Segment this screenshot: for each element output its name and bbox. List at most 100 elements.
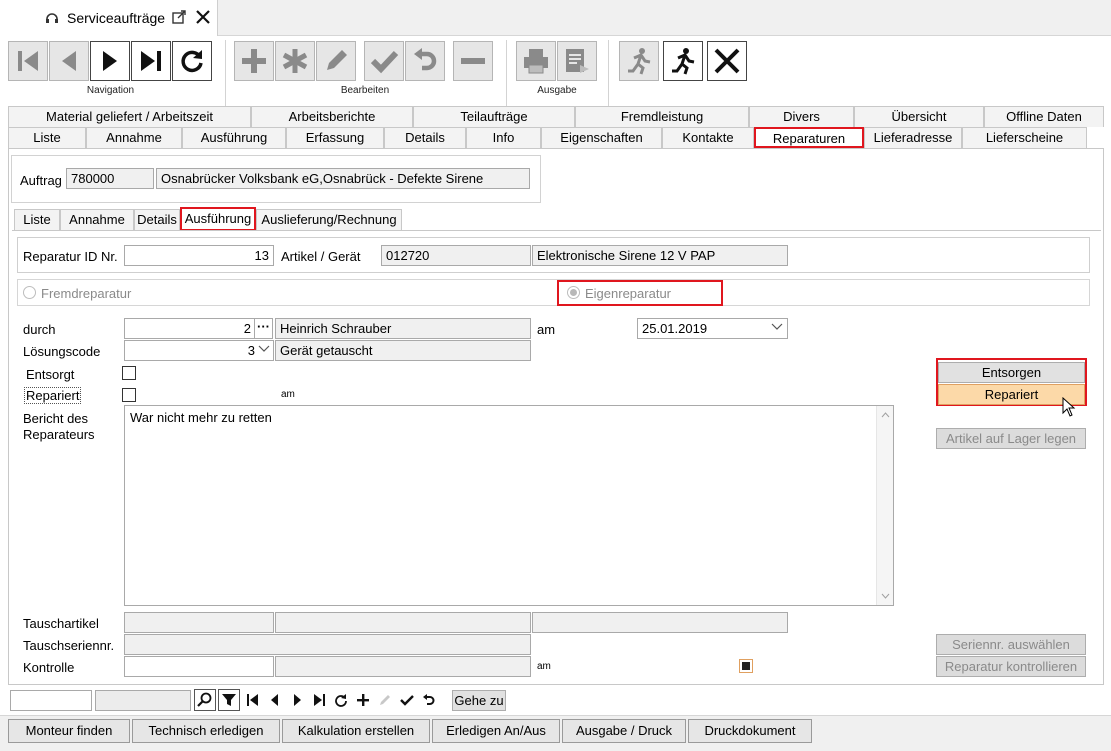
last-icon[interactable] bbox=[310, 691, 328, 709]
refresh-icon[interactable] bbox=[332, 691, 350, 709]
repariert-checkbox[interactable] bbox=[122, 388, 136, 402]
tab-4[interactable]: Divers bbox=[749, 106, 854, 127]
toolbar-separator bbox=[608, 40, 609, 112]
subtab-1[interactable]: Annahme bbox=[60, 209, 134, 230]
tab-erfassung[interactable]: Erfassung bbox=[286, 127, 384, 148]
tab-lieferscheine[interactable]: Lieferscheine bbox=[962, 127, 1087, 148]
entsorgen-button[interactable]: Entsorgen bbox=[938, 362, 1085, 383]
cancel-button[interactable] bbox=[707, 41, 747, 81]
fremdreparatur-radio[interactable] bbox=[23, 286, 36, 299]
reparatur-type-group bbox=[17, 279, 1090, 306]
tab-ausführung[interactable]: Ausführung bbox=[182, 127, 286, 148]
export-button[interactable] bbox=[557, 41, 597, 81]
bearbeiten-label: Bearbeiten bbox=[340, 85, 390, 96]
check-icon[interactable] bbox=[398, 691, 416, 709]
artikel-auf-lager-button[interactable]: Artikel auf Lager legen bbox=[936, 428, 1086, 449]
refresh-button[interactable] bbox=[172, 41, 212, 81]
artikel-label: Artikel / Gerät bbox=[281, 249, 361, 264]
next-record-button[interactable] bbox=[90, 41, 130, 81]
print-button[interactable] bbox=[516, 41, 556, 81]
tab-annahme[interactable]: Annahme bbox=[86, 127, 182, 148]
running-person-icon bbox=[628, 48, 651, 75]
pencil-icon[interactable] bbox=[376, 691, 394, 709]
tab-0[interactable]: Material geliefert / Arbeitszeit bbox=[8, 106, 251, 127]
tab-kontakte[interactable]: Kontakte bbox=[662, 127, 754, 148]
tab-3[interactable]: Fremdleistung bbox=[575, 106, 749, 127]
bottom-button-2[interactable]: Kalkulation erstellen bbox=[282, 719, 430, 743]
tab-6[interactable]: Offline Daten bbox=[984, 106, 1104, 127]
previous-record-button[interactable] bbox=[49, 41, 89, 81]
gehe-zu-button[interactable]: Gehe zu bbox=[452, 690, 506, 711]
bottom-button-4[interactable]: Ausgabe / Druck bbox=[562, 719, 686, 743]
undo-icon[interactable] bbox=[420, 691, 438, 709]
tab-details[interactable]: Details bbox=[384, 127, 466, 148]
document-tab-title: Serviceaufträge bbox=[67, 10, 166, 26]
kontrolle-checkbox[interactable] bbox=[739, 659, 753, 673]
first-icon[interactable] bbox=[244, 691, 262, 709]
document-tab[interactable]: Serviceaufträge bbox=[0, 0, 218, 36]
tab-5[interactable]: Übersicht bbox=[854, 106, 984, 127]
edit-button[interactable] bbox=[316, 41, 356, 81]
loesungscode-select[interactable]: 3 bbox=[124, 340, 274, 361]
durch-label: durch bbox=[23, 322, 56, 337]
chevron-down-icon[interactable] bbox=[771, 319, 783, 338]
tab-eigenschaften[interactable]: Eigenschaften bbox=[541, 127, 662, 148]
minus-icon bbox=[461, 58, 485, 64]
subtab-4[interactable]: Auslieferung/Rechnung bbox=[256, 209, 402, 230]
entsorgt-checkbox[interactable] bbox=[122, 366, 136, 380]
running-person-icon bbox=[672, 48, 695, 75]
search-button[interactable] bbox=[194, 689, 216, 711]
bottom-button-3[interactable]: Erledigen An/Aus bbox=[432, 719, 560, 743]
filter-button[interactable] bbox=[218, 689, 240, 711]
headset-icon bbox=[44, 10, 60, 29]
tab-info[interactable]: Info bbox=[466, 127, 541, 148]
previous-icon[interactable] bbox=[266, 691, 284, 709]
reparatur-id-field[interactable]: 13 bbox=[124, 245, 274, 266]
bottom-button-1[interactable]: Technisch erledigen bbox=[132, 719, 280, 743]
close-tab-icon[interactable] bbox=[195, 9, 211, 28]
first-record-button[interactable] bbox=[8, 41, 48, 81]
search-input-2[interactable] bbox=[95, 690, 191, 711]
close-icon bbox=[714, 48, 740, 74]
add-button[interactable] bbox=[234, 41, 274, 81]
record-nav-mini bbox=[244, 691, 438, 709]
bottom-button-5[interactable]: Druckdokument bbox=[688, 719, 812, 743]
delete-button[interactable] bbox=[453, 41, 493, 81]
popout-icon[interactable] bbox=[172, 10, 186, 27]
save-button[interactable] bbox=[364, 41, 404, 81]
tauschartikel-field-3 bbox=[532, 612, 788, 633]
repariert-label: Repariert bbox=[24, 387, 82, 404]
subtab-2[interactable]: Details bbox=[134, 209, 180, 230]
undo-button[interactable] bbox=[405, 41, 445, 81]
bericht-textarea[interactable]: War nicht mehr zu retten bbox=[124, 405, 894, 606]
tab-liste[interactable]: Liste bbox=[8, 127, 86, 148]
bottom-button-0[interactable]: Monteur finden bbox=[8, 719, 130, 743]
plus-icon[interactable] bbox=[354, 691, 372, 709]
sub-tabs: Liste Annahme Details Ausführung Auslieferun… bbox=[14, 207, 402, 231]
reparatur-kontrollieren-button[interactable]: Reparatur kontrollieren bbox=[936, 656, 1086, 677]
seriennr-auswaehlen-button[interactable]: Seriennr. auswählen bbox=[936, 634, 1086, 655]
run-active-button[interactable] bbox=[663, 41, 703, 81]
eigenreparatur-radio[interactable] bbox=[567, 286, 580, 299]
reparatur-id-label: Reparatur ID Nr. bbox=[23, 249, 118, 264]
fremdreparatur-label: Fremdreparatur bbox=[41, 286, 132, 301]
chevron-down-icon[interactable] bbox=[258, 341, 270, 360]
kontrolle-field-1[interactable] bbox=[124, 656, 274, 677]
tab-1[interactable]: Arbeitsberichte bbox=[251, 106, 413, 127]
ausgabe-group bbox=[516, 41, 597, 81]
date-field[interactable]: 25.01.2019 bbox=[637, 318, 788, 339]
durch-field[interactable]: 2 bbox=[124, 318, 256, 339]
search-input-1[interactable] bbox=[10, 690, 92, 711]
tab-lieferadresse[interactable]: Lieferadresse bbox=[864, 127, 962, 148]
last-record-button[interactable] bbox=[131, 41, 171, 81]
tab-2[interactable]: Teilaufträge bbox=[413, 106, 575, 127]
tauschartikel-field-2 bbox=[275, 612, 531, 633]
durch-lookup-button[interactable]: ··· bbox=[254, 318, 273, 339]
subtab-0[interactable]: Liste bbox=[14, 209, 60, 230]
next-icon[interactable] bbox=[288, 691, 306, 709]
tab-reparaturen[interactable]: Reparaturen bbox=[754, 127, 864, 148]
duplicate-button[interactable] bbox=[275, 41, 315, 81]
subtab-3[interactable]: Ausführung bbox=[180, 207, 256, 231]
scrollbar[interactable] bbox=[876, 406, 893, 605]
run-gray-button[interactable] bbox=[619, 41, 659, 81]
